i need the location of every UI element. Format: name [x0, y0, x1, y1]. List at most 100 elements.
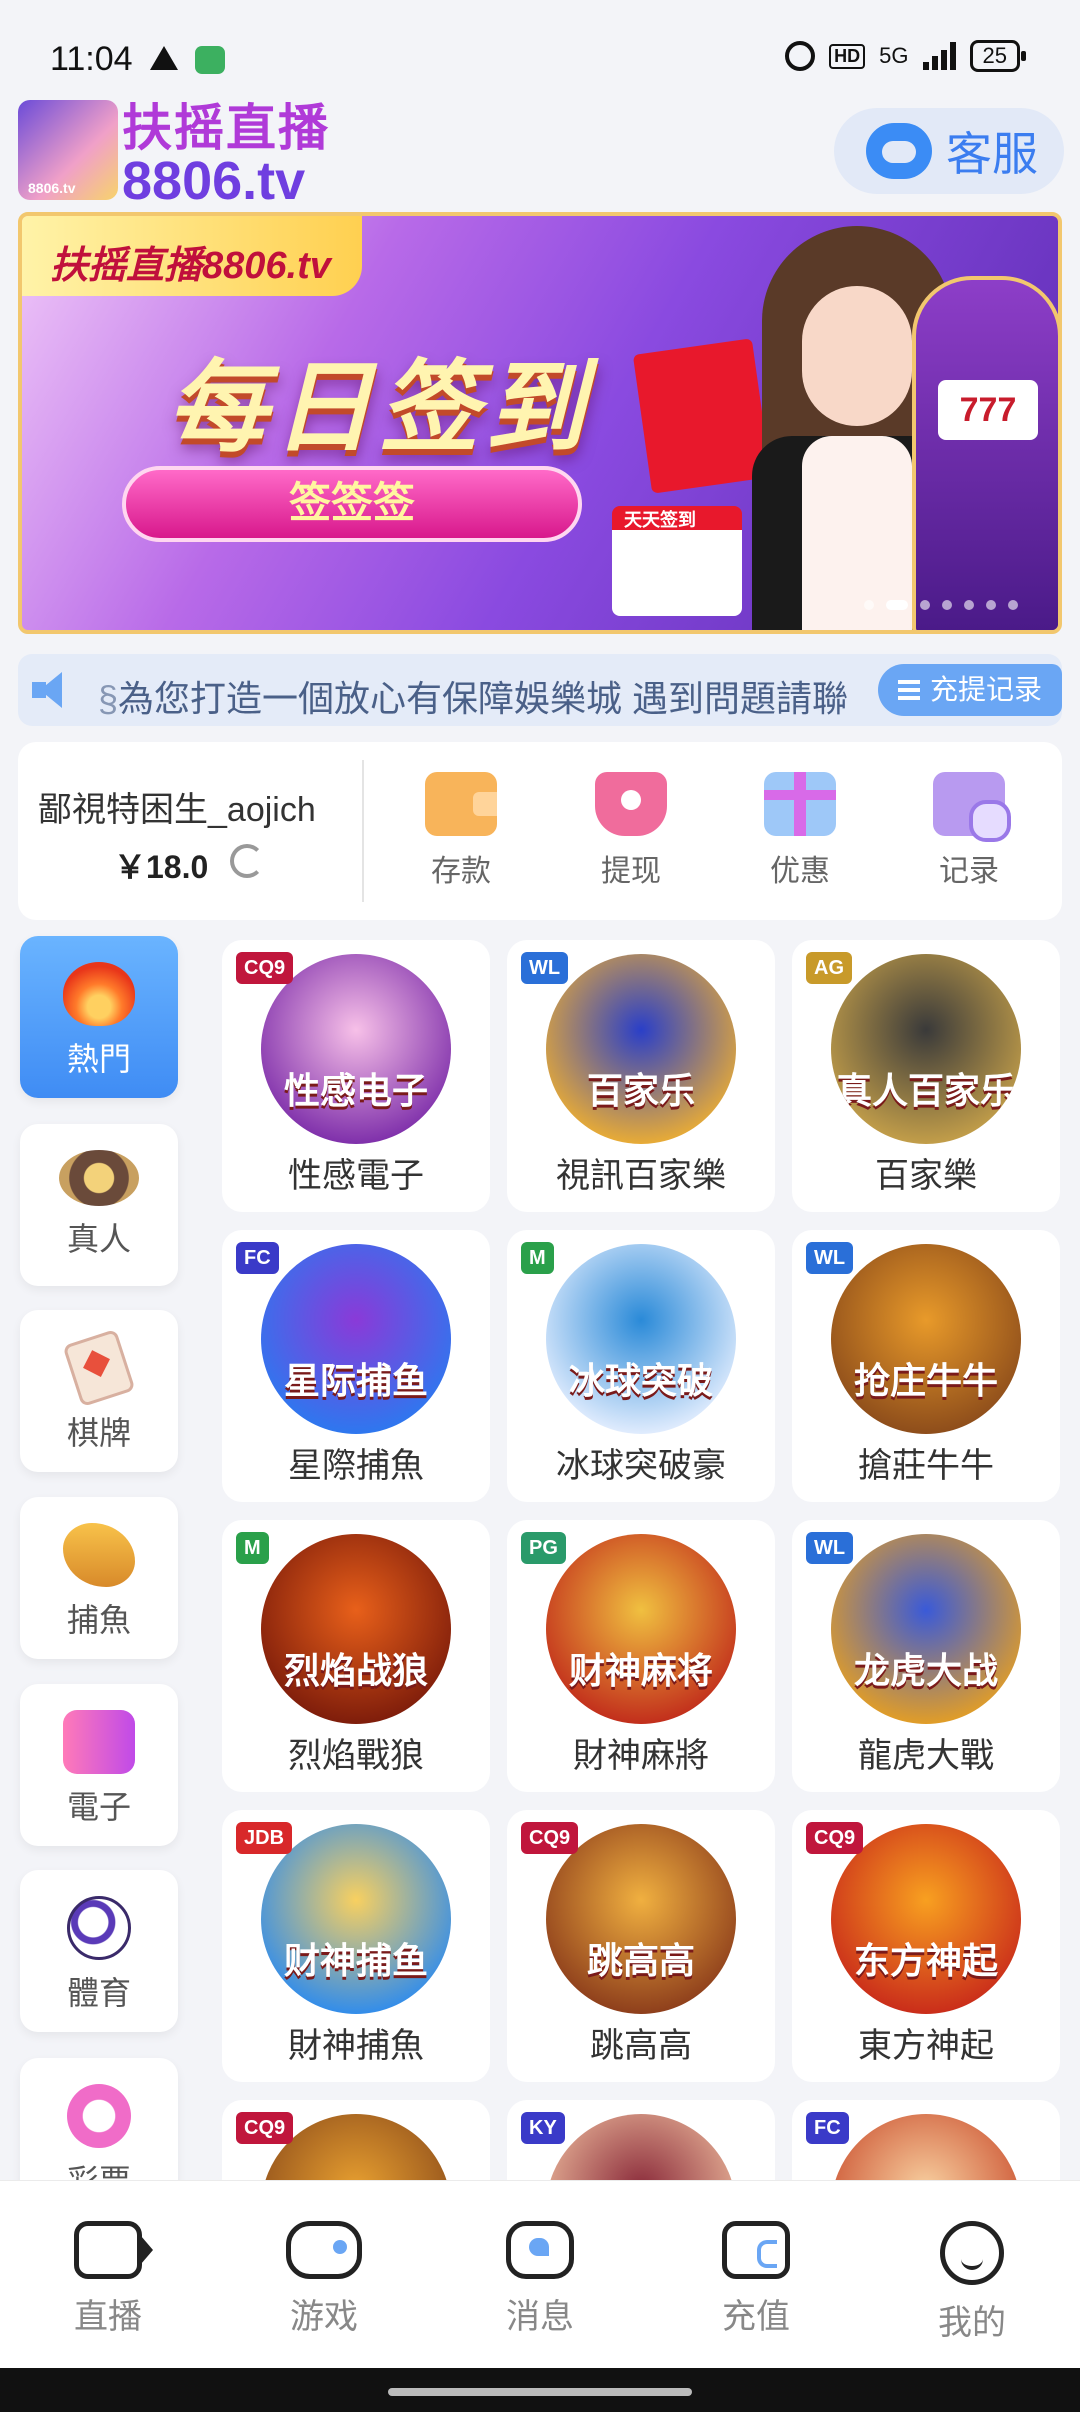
game-thumbnail: 抢庄牛牛 — [831, 1244, 1021, 1434]
game-thumbnail: 烈焰战狼 — [261, 1534, 451, 1724]
provider-badge: PG — [521, 1532, 566, 1564]
withdraw-label: 提现 — [601, 855, 661, 888]
provider-badge: CQ9 — [236, 2112, 294, 2144]
withdraw-button[interactable]: 提现 — [576, 772, 686, 890]
game-card[interactable]: 星际捕鱼 FC 星際捕魚 — [222, 1230, 490, 1502]
game-card[interactable]: 财神捕鱼 JDB 財神捕魚 — [222, 1810, 490, 2082]
home-indicator[interactable] — [388, 2388, 692, 2396]
announcement-text: §為您打造一個放心有保障娛樂城 遇到問題請聯 — [98, 670, 898, 722]
game-title: 百家樂 — [875, 1157, 977, 1195]
provider-badge: CQ9 — [806, 1822, 864, 1854]
category-lottery[interactable]: 彩票 — [20, 2058, 178, 2180]
banner-headline: 每日签到 — [167, 352, 591, 464]
wallet-topup-icon — [722, 2221, 790, 2279]
game-thumbnail — [546, 2114, 736, 2180]
fire-icon — [63, 962, 135, 1026]
pagination-dot[interactable] — [886, 600, 908, 610]
game-card[interactable]: 冰球突破 M 冰球突破豪 — [507, 1230, 775, 1502]
refresh-icon[interactable] — [230, 844, 264, 878]
game-card[interactable]: 性感电子 CQ9 性感電子 — [222, 940, 490, 1212]
banner-pagination[interactable] — [864, 600, 1018, 610]
nav-profile[interactable]: 我的 — [902, 2221, 1042, 2344]
game-thumbnail: 真人百家乐 — [831, 954, 1021, 1144]
hd-badge: HD — [829, 43, 866, 69]
category-label: 體育 — [66, 1975, 131, 2011]
pagination-dot[interactable] — [864, 600, 874, 610]
game-thumbnail-text: 财神麻将 — [568, 1650, 713, 1691]
signal-icon — [922, 42, 956, 70]
records-button[interactable]: 记录 — [914, 772, 1024, 890]
game-thumbnail-text: 烈焰战狼 — [283, 1650, 428, 1691]
game-card[interactable]: KY — [507, 2100, 775, 2180]
game-title: 龍虎大戰 — [858, 1737, 994, 1775]
category-label: 電子 — [66, 1789, 131, 1825]
game-card[interactable]: 跳高高 CQ9 跳高高 — [507, 1810, 775, 2082]
playing-card-icon — [62, 1328, 136, 1408]
game-card[interactable]: 烈焰战狼 M 烈焰戰狼 — [222, 1520, 490, 1792]
game-card[interactable]: CQ9 — [222, 2100, 490, 2180]
calendar-image: 天天签到 — [612, 506, 742, 616]
provider-badge: CQ9 — [521, 1822, 579, 1854]
category-live[interactable]: 真人 — [20, 1124, 178, 1286]
category-fishing[interactable]: 捕魚 — [20, 1497, 178, 1659]
lottery-ball-icon — [67, 2084, 131, 2148]
nav-label: 消息 — [506, 2298, 574, 2336]
game-thumbnail-text: 真人百家乐 — [835, 1070, 1016, 1111]
game-title: 東方神起 — [858, 2027, 994, 2065]
category-hot[interactable]: 熱門 — [20, 936, 178, 1098]
pagination-dot[interactable] — [964, 600, 974, 610]
message-icon — [506, 2221, 574, 2279]
game-card[interactable]: 百家乐 WL 視訊百家樂 — [507, 940, 775, 1212]
game-card[interactable]: 财神麻将 PG 財神麻將 — [507, 1520, 775, 1792]
provider-badge: KY — [521, 2112, 565, 2144]
nav-topup[interactable]: 充值 — [686, 2221, 826, 2338]
provider-badge: WL — [806, 1242, 854, 1274]
status-indicators: HD 5G 25 — [785, 40, 1027, 72]
gamepad-icon — [286, 2221, 362, 2279]
provider-badge: JDB — [236, 1822, 293, 1854]
slot-machine-image: 777 — [912, 276, 1058, 630]
list-icon — [898, 680, 920, 700]
pagination-dot[interactable] — [1008, 600, 1018, 610]
deposit-label: 存款 — [431, 855, 491, 888]
game-title: 跳高高 — [590, 2027, 692, 2065]
promotions-label: 优惠 — [770, 855, 830, 888]
game-card[interactable]: 东方神起 CQ9 東方神起 — [792, 1810, 1060, 2082]
deposit-button[interactable]: 存款 — [406, 772, 516, 890]
nav-messages[interactable]: 消息 — [470, 2221, 610, 2338]
game-title: 星際捕魚 — [288, 1447, 424, 1485]
records-folder-icon — [933, 772, 1011, 842]
records-label: 记录 — [939, 855, 999, 888]
alarm-icon — [785, 41, 816, 71]
transaction-records-button[interactable]: 充提记录 — [878, 664, 1062, 716]
nav-label: 我的 — [938, 2304, 1006, 2342]
network-type: 5G — [879, 43, 909, 68]
pagination-dot[interactable] — [986, 600, 996, 610]
nav-label: 充值 — [722, 2298, 790, 2336]
game-thumbnail: 龙虎大战 — [831, 1534, 1021, 1724]
provider-badge: M — [521, 1242, 554, 1274]
category-sports[interactable]: 體育 — [20, 1870, 178, 2032]
nav-live[interactable]: 直播 — [38, 2221, 178, 2338]
system-gesture-bar — [0, 2368, 1080, 2412]
pagination-dot[interactable] — [920, 600, 930, 610]
customer-service-label: 客服 — [946, 128, 1038, 180]
category-slots[interactable]: 電子 — [20, 1684, 178, 1846]
game-title: 冰球突破豪 — [556, 1447, 726, 1485]
live-camera-icon — [74, 2221, 153, 2279]
bottom-navigation: 直播 游戏 消息 充值 我的 — [0, 2180, 1080, 2368]
game-thumbnail-text: 跳高高 — [586, 1940, 695, 1981]
category-label: 真人 — [66, 1221, 131, 1257]
pagination-dot[interactable] — [942, 600, 952, 610]
nav-games[interactable]: 游戏 — [254, 2221, 394, 2338]
category-cards[interactable]: 棋牌 — [20, 1310, 178, 1472]
game-card[interactable]: 真人百家乐 AG 百家樂 — [792, 940, 1060, 1212]
customer-service-button[interactable]: 客服 — [834, 108, 1064, 194]
casino-chip-icon — [59, 1150, 139, 1206]
game-thumbnail-text: 冰球突破 — [568, 1360, 713, 1401]
game-grid: 性感电子 CQ9 性感電子 百家乐 WL 視訊百家樂 真人百家乐 AG 百家樂星际捕鱼 FC 星際捕… — [210, 930, 1080, 2180]
promotions-button[interactable]: 优惠 — [745, 772, 855, 890]
game-card[interactable]: 龙虎大战 WL 龍虎大戰 — [792, 1520, 1060, 1792]
game-card[interactable]: FC — [792, 2100, 1060, 2180]
game-card[interactable]: 抢庄牛牛 WL 搶莊牛牛 — [792, 1230, 1060, 1502]
